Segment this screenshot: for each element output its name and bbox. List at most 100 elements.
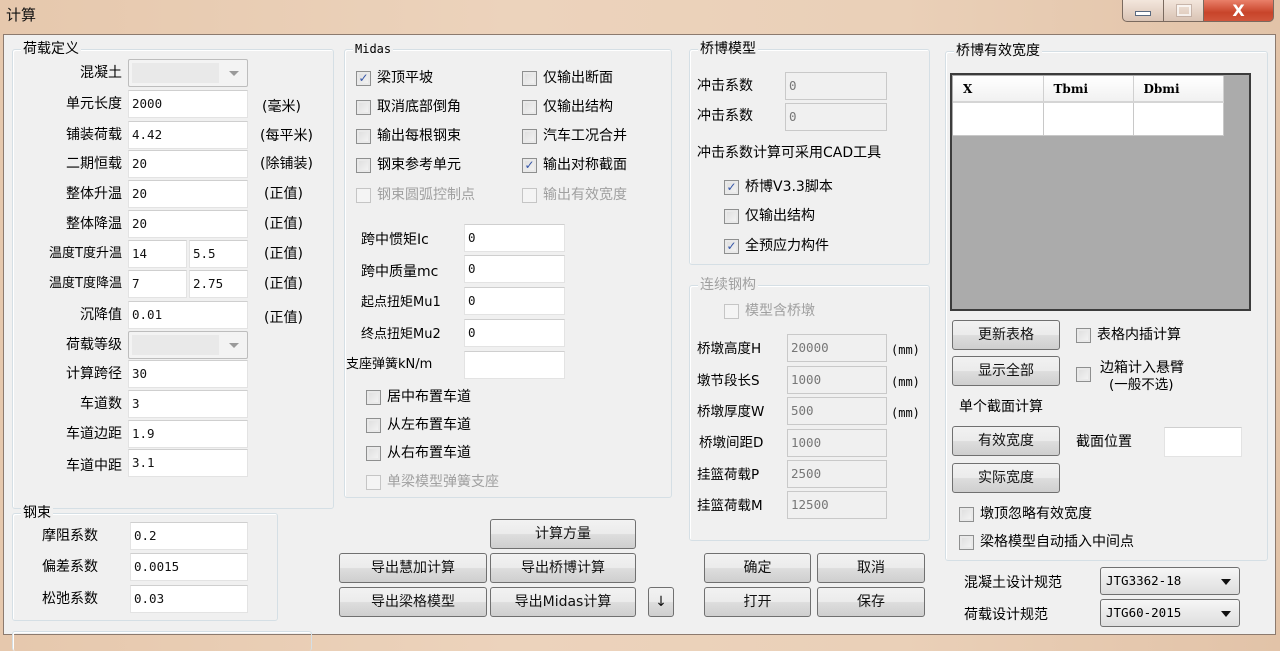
checkbox-each-tendon[interactable]: 输出每根钢束 bbox=[356, 126, 461, 146]
open-button[interactable]: 打开 bbox=[704, 587, 811, 617]
save-button[interactable]: 保存 bbox=[817, 587, 925, 617]
lane-edge-input[interactable]: 1.9 bbox=[128, 420, 248, 448]
calc-quantity-button[interactable]: 计算方量 bbox=[490, 519, 636, 549]
load-definition-title: 荷载定义 bbox=[21, 40, 81, 58]
export-huijia-button[interactable]: 导出慧加计算 bbox=[339, 553, 487, 583]
segment-length-input[interactable]: 1000 bbox=[787, 366, 887, 394]
torsion-end-label-text: 终点扭矩Mu2 bbox=[361, 327, 441, 342]
maximize-button[interactable] bbox=[1164, 0, 1204, 22]
friction-input[interactable]: 0.2 bbox=[130, 522, 248, 550]
concrete-combo[interactable] bbox=[128, 59, 248, 87]
checkbox-beam-top-flat[interactable]: ✓ 梁顶平坡 bbox=[356, 68, 433, 88]
checkbox-full-prestress[interactable]: ✓ 全预应力构件 bbox=[724, 236, 829, 256]
element-length-input[interactable]: 2000 bbox=[128, 90, 248, 118]
load-code-label: 荷载设计规范 bbox=[964, 607, 1048, 623]
inertia-input[interactable]: 0 bbox=[464, 224, 565, 252]
hanging-basket-m-input[interactable]: 12500 bbox=[787, 491, 887, 519]
impact-coef-label-2: 冲击系数 bbox=[697, 108, 753, 124]
checkbox-tendon-arc-control[interactable]: 钢束圆弧控制点 bbox=[356, 185, 475, 205]
down-arrow-button[interactable]: ↓ bbox=[648, 587, 674, 617]
gradient-rise-label: 温度T度升温 bbox=[49, 246, 122, 261]
hanging-basket-p-input[interactable]: 2500 bbox=[787, 460, 887, 488]
checkbox-structure-only[interactable]: 仅输出结构 bbox=[522, 97, 613, 117]
checkbox-box bbox=[724, 208, 739, 224]
span-label: 计算跨径 bbox=[66, 366, 122, 382]
temp-rise-unit: (正值) bbox=[264, 186, 303, 202]
checkbox-box bbox=[366, 389, 381, 405]
checkbox-cancel-bottom-chamfer[interactable]: 取消底部倒角 bbox=[356, 97, 461, 117]
pier-height-input[interactable]: 20000 bbox=[787, 334, 887, 362]
torsion-start-input[interactable]: 0 bbox=[464, 287, 565, 315]
show-all-button[interactable]: 显示全部 bbox=[952, 356, 1060, 386]
export-qiaobo-button[interactable]: 导出桥博计算 bbox=[490, 553, 636, 583]
column-header-dbmi[interactable]: Dbmi bbox=[1133, 76, 1224, 103]
export-grid-model-button[interactable]: 导出梁格模型 bbox=[339, 587, 487, 617]
checkbox-lane-center[interactable]: 居中布置车道 bbox=[366, 387, 471, 407]
checkbox-qiaobo-v33-script[interactable]: ✓ 桥博V3.3脚本 bbox=[724, 177, 833, 197]
load-code-select[interactable]: JTG60-2015 bbox=[1100, 599, 1240, 627]
arrow-down-icon: ↓ bbox=[655, 594, 667, 610]
concrete-code-value: JTG3362-18 bbox=[1106, 573, 1182, 588]
close-button[interactable]: X bbox=[1204, 0, 1274, 22]
checkbox-merge-vehicle-cases[interactable]: 汽车工况合并 bbox=[522, 126, 627, 146]
gradient-drop-input-2[interactable]: 2.75 bbox=[189, 270, 248, 298]
span-input[interactable]: 30 bbox=[128, 360, 248, 388]
checkbox-output-effective-width[interactable]: 输出有效宽度 bbox=[522, 185, 627, 205]
gradient-rise-input-2[interactable]: 5.5 bbox=[189, 240, 248, 268]
cancel-button[interactable]: 取消 bbox=[817, 553, 925, 583]
ok-button[interactable]: 确定 bbox=[704, 553, 811, 583]
relaxation-input[interactable]: 0.03 bbox=[130, 585, 248, 613]
checkbox-single-beam-spring[interactable]: 单梁模型弹簧支座 bbox=[366, 472, 499, 492]
pier-spacing-input[interactable]: 1000 bbox=[787, 429, 887, 457]
checkbox-grid-auto-insert[interactable]: 梁格模型自动插入中间点 bbox=[959, 532, 1134, 552]
checkbox-pier-top-ignore[interactable]: 墩顶忽略有效宽度 bbox=[959, 504, 1092, 524]
actual-width-button[interactable]: 实际宽度 bbox=[952, 463, 1060, 493]
window-title: 计算 bbox=[6, 6, 37, 24]
paving-load-input[interactable]: 4.42 bbox=[128, 121, 248, 149]
column-header-x[interactable]: X bbox=[953, 76, 1044, 103]
section-position-input[interactable] bbox=[1164, 427, 1242, 457]
update-table-button[interactable]: 更新表格 bbox=[952, 320, 1060, 350]
checkbox-qiaobo-structure-only[interactable]: 仅输出结构 bbox=[724, 206, 815, 226]
checkbox-side-box-cantilever[interactable] bbox=[1076, 367, 1097, 382]
gradient-rise-input-1[interactable]: 14 bbox=[128, 240, 187, 268]
deviation-input[interactable]: 0.0015 bbox=[130, 553, 248, 581]
temp-rise-input[interactable]: 20 bbox=[128, 180, 248, 208]
spring-input[interactable] bbox=[464, 351, 565, 379]
export-midas-button[interactable]: 导出Midas计算 bbox=[490, 587, 636, 617]
torsion-end-input[interactable]: 0 bbox=[464, 319, 565, 347]
checkbox-lane-right[interactable]: 从右布置车道 bbox=[366, 443, 471, 463]
lane-center-input[interactable]: 3.1 bbox=[128, 449, 248, 477]
checkbox-include-pier[interactable]: 模型含桥墩 bbox=[724, 301, 815, 321]
concrete-code-select[interactable]: JTG3362-18 bbox=[1100, 567, 1240, 595]
load-grade-combo[interactable] bbox=[128, 331, 248, 359]
table-cell[interactable] bbox=[1133, 102, 1224, 136]
effective-width-grid[interactable]: X Tbmi Dbmi bbox=[950, 73, 1251, 311]
lanes-input[interactable]: 3 bbox=[128, 390, 248, 418]
checkbox-box bbox=[366, 474, 381, 490]
checkbox-section-only[interactable]: 仅输出断面 bbox=[522, 68, 613, 88]
lane-edge-label: 车道边距 bbox=[66, 426, 122, 442]
pier-thickness-input[interactable]: 500 bbox=[787, 397, 887, 425]
effective-width-button[interactable]: 有效宽度 bbox=[952, 426, 1060, 456]
minimize-button[interactable] bbox=[1122, 0, 1164, 22]
mass-input[interactable]: 0 bbox=[464, 255, 565, 283]
chevron-down-icon bbox=[229, 71, 239, 76]
impact-coef-input-2[interactable]: 0 bbox=[785, 103, 887, 131]
concrete-code-label: 混凝土设计规范 bbox=[964, 575, 1062, 591]
temp-drop-input[interactable]: 20 bbox=[128, 210, 248, 238]
impact-coef-input-1[interactable]: 0 bbox=[785, 72, 887, 100]
checkbox-tendon-reference-element[interactable]: 钢束参考单元 bbox=[356, 155, 461, 175]
table-cell[interactable] bbox=[953, 102, 1044, 136]
concrete-combo-field bbox=[132, 63, 219, 83]
gradient-drop-input-1[interactable]: 7 bbox=[128, 270, 187, 298]
checkbox-lane-left[interactable]: 从左布置车道 bbox=[366, 415, 471, 435]
continuous-frame-title: 连续钢构 bbox=[698, 276, 758, 294]
checkbox-table-interpolation[interactable]: 表格内插计算 bbox=[1076, 325, 1181, 345]
table-cell[interactable] bbox=[1043, 102, 1134, 136]
column-header-tbmi[interactable]: Tbmi bbox=[1043, 76, 1134, 103]
checkbox-symmetric-section[interactable]: ✓ 输出对称截面 bbox=[522, 155, 627, 175]
friction-label: 摩阻系数 bbox=[42, 528, 98, 544]
settlement-input[interactable]: 0.01 bbox=[128, 301, 248, 329]
second-dead-load-input[interactable]: 20 bbox=[128, 150, 248, 178]
